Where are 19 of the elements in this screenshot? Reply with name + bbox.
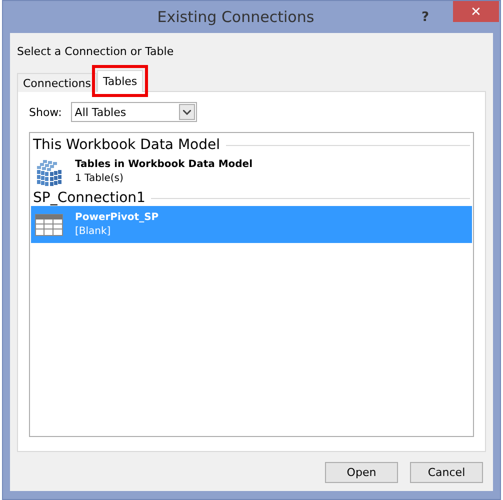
show-label: Show: — [29, 106, 62, 118]
item-detail: [Blank] — [75, 226, 112, 237]
cube-icon — [35, 158, 63, 186]
group-title: This Workbook Data Model — [33, 137, 220, 153]
item-detail: 1 Table(s) — [75, 173, 124, 184]
chevron-down-icon — [182, 110, 191, 114]
close-button[interactable]: ✕ — [453, 1, 499, 22]
item-name: PowerPivot_SP — [75, 212, 159, 223]
dialog-button[interactable]: Open — [325, 462, 398, 483]
item-name: Tables in Workbook Data Model — [75, 159, 253, 170]
group-title: SP_Connection1 — [33, 190, 146, 206]
dialog-button[interactable]: Cancel — [410, 462, 483, 483]
tab[interactable]: Connections — [17, 73, 97, 92]
table-icon — [35, 214, 63, 236]
show-dropdown[interactable]: All Tables — [70, 102, 197, 122]
list-item[interactable]: Tables in Workbook Data Model 1 Table(s) — [31, 153, 472, 190]
help-button[interactable]: ? — [421, 10, 429, 24]
dialog-heading: Select a Connection or Table — [17, 45, 175, 58]
window-title: Existing Connections — [156, 8, 316, 26]
